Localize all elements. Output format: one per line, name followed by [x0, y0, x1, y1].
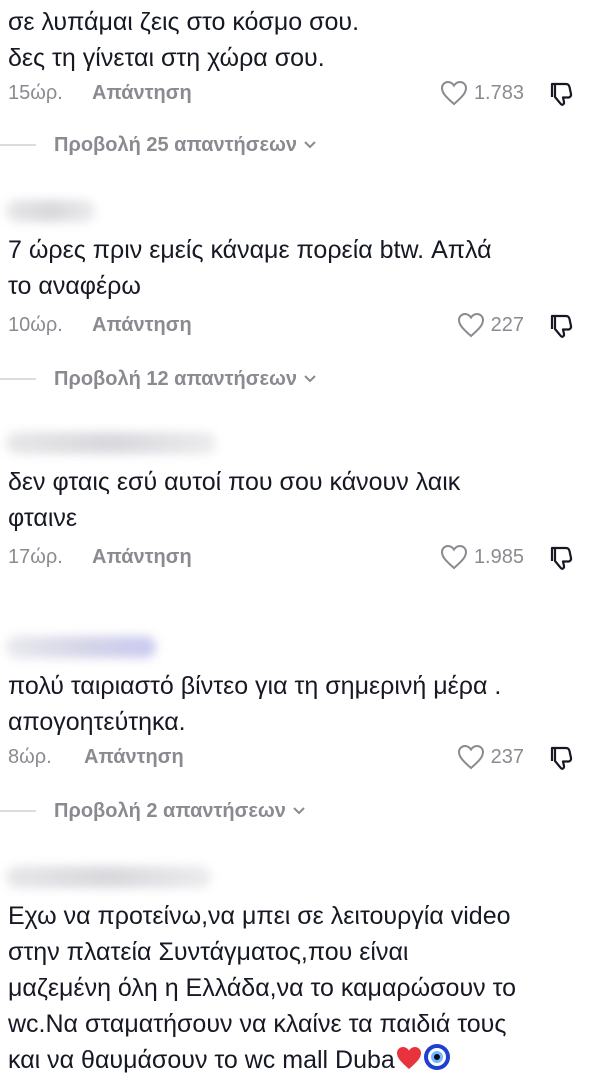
like-count: 237	[490, 745, 524, 768]
like-count: 227	[490, 313, 524, 336]
like-button[interactable]: 227	[457, 312, 524, 338]
comment-time: 8ώρ.	[8, 746, 52, 768]
like-count: 1.783	[473, 81, 524, 104]
chevron-down-icon	[304, 375, 316, 383]
comment-text: σε λυπάμαι ζεις στο κόσμο σου. δες τη γί…	[8, 8, 360, 72]
comment-time: 15ώρ.	[8, 82, 63, 104]
comment-time: 17ώρ.	[8, 546, 63, 568]
blurred-username	[6, 636, 156, 658]
heart-icon	[457, 312, 484, 338]
heart-icon	[440, 80, 467, 106]
blurred-username	[6, 432, 216, 454]
view-replies-label: Προβολή 12 απαντήσεων	[54, 367, 297, 390]
reply-button[interactable]: Απάντηση	[84, 746, 184, 769]
reply-button[interactable]: Απάντηση	[92, 546, 192, 569]
view-replies-button[interactable]: Προβολή 2 απαντήσεων	[0, 798, 306, 824]
comment-text: 7 ώρες πριν εμείς κάναμε πορεία btw. Απλ…	[8, 236, 492, 300]
dislike-button[interactable]	[548, 744, 576, 777]
view-replies-label: Προβολή 25 απαντήσεων	[54, 133, 297, 156]
dislike-button[interactable]	[548, 80, 576, 113]
divider	[0, 144, 36, 146]
reply-button[interactable]: Απάντηση	[92, 82, 192, 105]
nazar-amulet-icon	[423, 1044, 450, 1070]
blurred-username	[6, 200, 96, 222]
comment-text: Εχω να προτείνω,να μπει σε λειτουργία vi…	[8, 898, 580, 1078]
chevron-down-icon	[304, 141, 316, 149]
like-count: 1.985	[473, 545, 524, 568]
view-replies-label: Προβολή 2 απαντήσεων	[54, 799, 286, 822]
like-button[interactable]: 237	[457, 744, 524, 770]
divider	[0, 810, 36, 812]
heart-icon	[457, 744, 484, 770]
chevron-down-icon	[293, 807, 305, 815]
thumbs-down-icon	[550, 82, 573, 106]
divider	[0, 378, 36, 380]
blurred-username	[6, 866, 211, 888]
view-replies-button[interactable]: Προβολή 25 απαντήσεων	[0, 132, 317, 158]
red-heart-icon	[396, 1047, 421, 1069]
like-button[interactable]: 1.783	[440, 80, 524, 106]
view-replies-button[interactable]: Προβολή 12 απαντήσεων	[0, 366, 317, 392]
dislike-button[interactable]	[548, 312, 576, 345]
thumbs-down-icon	[550, 746, 573, 770]
thumbs-down-icon	[550, 546, 573, 570]
comment-text: δεν φταις εσύ αυτοί που σου κάνουν λαικ …	[8, 468, 461, 532]
dislike-button[interactable]	[548, 544, 576, 577]
heart-icon	[440, 544, 467, 570]
comment-text: πολύ ταιριαστό βίντεο για τη σημερινή μέ…	[8, 672, 502, 736]
reply-button[interactable]: Απάντηση	[92, 314, 192, 337]
like-button[interactable]: 1.985	[440, 544, 524, 570]
thumbs-down-icon	[550, 314, 573, 338]
comment-time: 10ώρ.	[8, 314, 63, 336]
